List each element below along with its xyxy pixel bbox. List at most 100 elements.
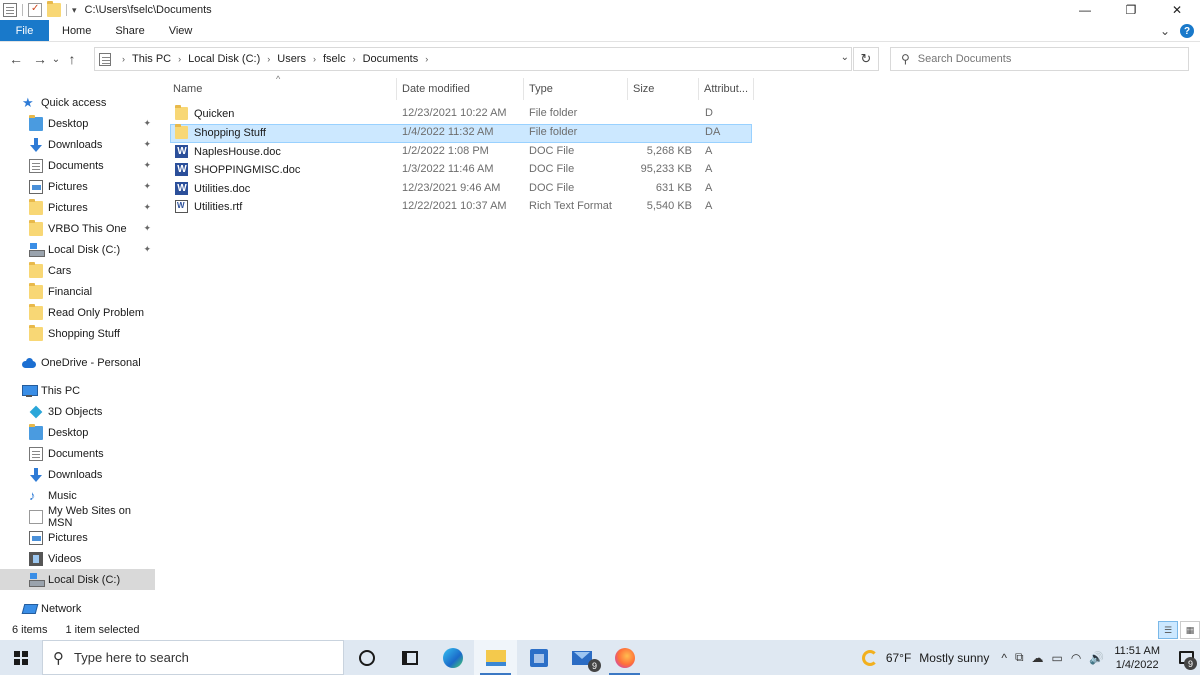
up-button[interactable]: ↑	[62, 47, 82, 71]
nav-item-3d-objects[interactable]: 3D Objects	[0, 401, 155, 422]
chevron-right-icon[interactable]: ›	[425, 54, 428, 64]
nav-item-read-only-problem[interactable]: Read Only Problem	[0, 302, 155, 323]
tab-home[interactable]: Home	[49, 20, 103, 41]
task-view-icon	[401, 650, 418, 665]
cortana-button[interactable]	[345, 640, 388, 675]
column-header-attributes[interactable]: Attribut...	[699, 78, 754, 100]
nav-item-music[interactable]: ♪ Music	[0, 485, 155, 506]
show-hidden-icons-icon[interactable]: ^	[1001, 651, 1007, 665]
back-button[interactable]: ←	[6, 47, 26, 71]
notification-center-button[interactable]: 9	[1172, 640, 1200, 675]
column-header-type[interactable]: Type	[524, 78, 628, 100]
meet-now-icon[interactable]: ⧉	[1015, 650, 1024, 665]
weather-widget[interactable]: 67°F Mostly sunny	[861, 649, 989, 666]
file-row-shoppingmisc[interactable]: SHOPPINGMISC.doc 1/3/2022 11:46 AM DOC F…	[170, 161, 752, 180]
help-icon[interactable]: ?	[1180, 24, 1194, 38]
search-box[interactable]: ⚲	[890, 47, 1189, 71]
tab-view[interactable]: View	[157, 20, 205, 41]
nav-item-pc-downloads[interactable]: Downloads	[0, 464, 155, 485]
column-header-name[interactable]: Name	[168, 78, 397, 100]
file-row-quicken[interactable]: Quicken 12/23/2021 10:22 AM File folder …	[170, 105, 752, 124]
pin-icon[interactable]: ✦	[143, 244, 151, 255]
chevron-right-icon[interactable]: ›	[313, 54, 316, 64]
nav-onedrive[interactable]: OneDrive - Personal	[0, 352, 155, 373]
close-button[interactable]: ✕	[1154, 0, 1200, 20]
pin-icon[interactable]: ✦	[143, 223, 151, 234]
breadcrumb-documents[interactable]: Documents	[363, 53, 419, 65]
column-header-size[interactable]: Size	[628, 78, 699, 100]
nav-item-vrbo[interactable]: VRBO This One ✦	[0, 218, 155, 239]
breadcrumb-users[interactable]: Users	[277, 53, 306, 65]
maximize-button[interactable]: ❐	[1108, 0, 1154, 20]
nav-label: My Web Sites on MSN	[48, 504, 131, 529]
chevron-right-icon[interactable]: ›	[267, 54, 270, 64]
properties-icon[interactable]	[3, 3, 17, 17]
tab-share[interactable]: Share	[103, 20, 156, 41]
file-row-utilities-doc[interactable]: Utilities.doc 12/23/2021 9:46 AM DOC Fil…	[170, 180, 752, 199]
breadcrumb-fselc[interactable]: fselc	[323, 53, 346, 65]
nav-quick-access[interactable]: ★ Quick access	[0, 92, 155, 113]
nav-item-web-sites[interactable]: My Web Sites on MSN	[0, 504, 155, 529]
folder-icon	[175, 124, 188, 139]
file-row-napleshouse[interactable]: NaplesHouse.doc 1/2/2022 1:08 PM DOC Fil…	[170, 143, 752, 162]
wifi-icon[interactable]: ◠	[1071, 651, 1081, 665]
refresh-button[interactable]: ↻	[853, 47, 879, 71]
nav-item-local-disk[interactable]: Local Disk (C:) ✦	[0, 239, 155, 260]
file-explorer-button[interactable]	[474, 640, 517, 675]
pin-icon[interactable]: ✦	[143, 202, 151, 213]
expand-ribbon-icon[interactable]: ⌄	[1160, 24, 1170, 38]
start-button[interactable]	[0, 640, 42, 675]
nav-item-cars[interactable]: Cars	[0, 260, 155, 281]
large-icons-view-icon[interactable]: ▦	[1180, 621, 1200, 639]
nav-item-financial[interactable]: Financial	[0, 281, 155, 302]
search-input[interactable]	[917, 53, 1158, 65]
nav-item-pc-local-disk[interactable]: Local Disk (C:)	[0, 569, 155, 590]
new-folder-icon[interactable]	[47, 1, 61, 17]
nav-item-desktop[interactable]: Desktop ✦	[0, 113, 155, 134]
address-dropdown-icon[interactable]: ⌄	[841, 52, 849, 63]
nav-network[interactable]: Network	[0, 598, 155, 619]
file-row-shopping-stuff[interactable]: Shopping Stuff 1/4/2022 11:32 AM File fo…	[170, 124, 752, 143]
nav-item-pictures[interactable]: Pictures ✦	[0, 176, 155, 197]
address-bar[interactable]: › This PC › Local Disk (C:) › Users › fs…	[94, 47, 852, 71]
nav-this-pc[interactable]: This PC	[0, 380, 155, 401]
battery-icon[interactable]: ▭	[1052, 651, 1063, 665]
pin-icon[interactable]: ✦	[143, 139, 151, 150]
details-view-icon[interactable]: ☰	[1158, 621, 1178, 639]
customize-qat-icon[interactable]: ▾	[72, 5, 77, 16]
chevron-right-icon[interactable]: ›	[178, 54, 181, 64]
nav-item-pictures-folder[interactable]: Pictures ✦	[0, 197, 155, 218]
clock[interactable]: 11:51 AM 1/4/2022	[1114, 644, 1160, 672]
column-header-date[interactable]: Date modified	[397, 78, 524, 100]
taskbar-search[interactable]: ⚲ Type here to search	[42, 640, 344, 675]
breadcrumb-this-pc[interactable]: This PC	[132, 53, 171, 65]
forward-button[interactable]: →	[30, 47, 50, 71]
breadcrumb-local-disk[interactable]: Local Disk (C:)	[188, 53, 260, 65]
onedrive-tray-icon[interactable]: ☁	[1032, 651, 1044, 665]
file-name: Utilities.doc	[175, 182, 250, 195]
nav-item-pc-desktop[interactable]: Desktop	[0, 422, 155, 443]
nav-item-pc-pictures[interactable]: Pictures	[0, 527, 155, 548]
volume-icon[interactable]: 🔊	[1089, 651, 1104, 665]
chevron-right-icon[interactable]: ›	[353, 54, 356, 64]
nav-item-downloads[interactable]: Downloads ✦	[0, 134, 155, 155]
nav-item-documents[interactable]: Documents ✦	[0, 155, 155, 176]
minimize-button[interactable]: —	[1062, 0, 1108, 20]
mail-button[interactable]: 9	[560, 640, 603, 675]
task-view-button[interactable]	[388, 640, 431, 675]
nav-item-shopping-stuff[interactable]: Shopping Stuff	[0, 323, 155, 344]
pin-icon[interactable]: ✦	[143, 118, 151, 129]
recent-locations-button[interactable]: ⌄	[50, 47, 62, 71]
firefox-button[interactable]	[603, 640, 646, 675]
nav-item-videos[interactable]: Videos	[0, 548, 155, 569]
edge-button[interactable]	[431, 640, 474, 675]
nav-item-pc-documents[interactable]: Documents	[0, 443, 155, 464]
tab-file[interactable]: File	[0, 20, 49, 41]
pin-icon[interactable]: ✦	[143, 181, 151, 192]
taskbar-search-placeholder: Type here to search	[74, 650, 189, 665]
clock-date: 1/4/2022	[1115, 658, 1159, 671]
store-button[interactable]	[517, 640, 560, 675]
pin-icon[interactable]: ✦	[143, 160, 151, 171]
file-row-utilities-rtf[interactable]: Utilities.rtf 12/22/2021 10:37 AM Rich T…	[170, 198, 752, 217]
checkmark-icon[interactable]: ✓	[28, 3, 42, 17]
